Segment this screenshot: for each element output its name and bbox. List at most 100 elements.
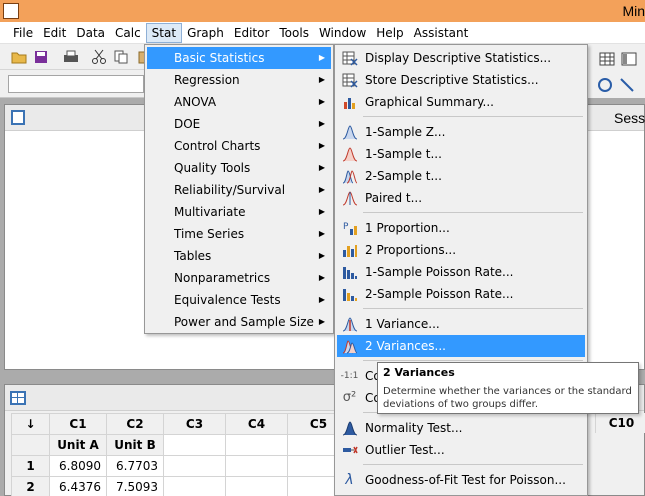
cell[interactable] <box>163 455 226 477</box>
menu-graph[interactable]: Graph <box>182 23 229 43</box>
cell[interactable]: 7.5093 <box>106 476 164 496</box>
one-proportion[interactable]: P 1 Proportion... <box>337 217 585 239</box>
one-proportion-icon: P <box>341 220 358 236</box>
goodness-of-fit-poisson[interactable]: λ Goodness-of-Fit Test for Poisson... <box>337 469 585 491</box>
save-icon[interactable] <box>32 48 50 66</box>
column-name-c1[interactable]: Unit A <box>49 434 107 456</box>
title-bar: Min <box>0 0 645 22</box>
stat-regression[interactable]: Regression ▶ <box>147 69 331 91</box>
menu-data[interactable]: Data <box>71 23 110 43</box>
lambda-icon: λ <box>345 472 354 488</box>
stat-nonparametrics[interactable]: Nonparametrics ▶ <box>147 267 331 289</box>
stat-multivariate[interactable]: Multivariate ▶ <box>147 201 331 223</box>
store-descriptive-statistics[interactable]: Store Descriptive Statistics... <box>337 69 585 91</box>
menu-item-label: 2-Sample Poisson Rate... <box>365 287 514 301</box>
menu-bar: File Edit Data Calc Stat Graph Editor To… <box>0 22 645 44</box>
two-sample-t-icon <box>341 168 358 184</box>
menu-item-label: Paired t... <box>365 191 423 205</box>
copy-icon[interactable] <box>112 48 130 66</box>
menu-item-label: 2 Variances... <box>365 339 446 353</box>
cell[interactable]: 6.7703 <box>106 455 164 477</box>
paired-t[interactable]: Paired t... <box>337 187 585 209</box>
submenu-arrow-icon: ▶ <box>318 229 325 238</box>
panel-icon[interactable] <box>620 50 638 68</box>
menu-tools[interactable]: Tools <box>274 23 314 43</box>
column-header-c4[interactable]: C4 <box>225 413 288 435</box>
one-sample-z[interactable]: 1-Sample Z... <box>337 121 585 143</box>
cell[interactable] <box>163 476 226 496</box>
cell[interactable]: 6.4376 <box>49 476 107 496</box>
stat-equivalence-tests[interactable]: Equivalence Tests ▶ <box>147 289 331 311</box>
app-icon[interactable] <box>3 3 19 19</box>
column-name-c4[interactable] <box>225 434 288 456</box>
stat-time-series[interactable]: Time Series ▶ <box>147 223 331 245</box>
table-icon[interactable] <box>598 50 616 68</box>
one-sample-poisson-rate[interactable]: 1-Sample Poisson Rate... <box>337 261 585 283</box>
menu-file[interactable]: File <box>8 23 38 43</box>
cut-icon[interactable] <box>90 48 108 66</box>
window-title: Min <box>622 3 645 19</box>
menu-editor[interactable]: Editor <box>229 23 275 43</box>
graphical-summary[interactable]: Graphical Summary... <box>337 91 585 113</box>
one-sample-t[interactable]: 1-Sample t... <box>337 143 585 165</box>
column-header-c10[interactable]: C10 <box>595 413 645 433</box>
one-variance-icon <box>341 316 358 332</box>
outlier-test[interactable]: Outlier Test... <box>337 439 585 461</box>
column-name-c2[interactable]: Unit B <box>106 434 164 456</box>
one-poisson-icon <box>341 264 358 280</box>
display-descriptive-statistics[interactable]: Display Descriptive Statistics... <box>337 47 585 69</box>
menu-help[interactable]: Help <box>371 23 408 43</box>
submenu-arrow-icon: ▶ <box>318 75 325 84</box>
two-sample-poisson-rate[interactable]: 2-Sample Poisson Rate... <box>337 283 585 305</box>
menu-calc[interactable]: Calc <box>110 23 146 43</box>
row-header[interactable]: 1 <box>11 455 50 477</box>
cell[interactable] <box>225 455 288 477</box>
menu-item-label: Multivariate <box>174 205 246 219</box>
submenu-arrow-icon: ▶ <box>318 97 325 106</box>
cell[interactable]: 6.8090 <box>49 455 107 477</box>
column-name-c3[interactable] <box>163 434 226 456</box>
one-variance[interactable]: 1 Variance... <box>337 313 585 335</box>
outlier-icon <box>341 442 358 458</box>
stat-quality-tools[interactable]: Quality Tools ▶ <box>147 157 331 179</box>
column-header-c1[interactable]: C1 <box>49 413 107 435</box>
stat-doe[interactable]: DOE ▶ <box>147 113 331 135</box>
menu-item-label: Normality Test... <box>365 421 463 435</box>
column-header-c2[interactable]: C2 <box>106 413 164 435</box>
tooltip-description: Determine whether the variances or the s… <box>383 386 632 410</box>
sort-arrow-cell[interactable]: ↓ <box>11 413 50 435</box>
menu-stat[interactable]: Stat <box>145 22 183 43</box>
toolbar-combo[interactable] <box>8 75 144 93</box>
open-icon[interactable] <box>10 48 28 66</box>
worksheet-grid[interactable]: ↓ C1 C2 C3 C4 C5 Unit A Unit B 1 6.8090 … <box>11 413 350 496</box>
line-tool-icon[interactable] <box>618 76 636 94</box>
stat-control-charts[interactable]: Control Charts ▶ <box>147 135 331 157</box>
one-sample-z-icon <box>341 124 358 140</box>
print-icon[interactable] <box>62 48 80 66</box>
menu-window[interactable]: Window <box>314 23 371 43</box>
menu-item-label: Outlier Test... <box>365 443 445 457</box>
ellipse-tool-icon[interactable] <box>596 76 614 94</box>
stat-basic-statistics[interactable]: Basic Statistics ▶ <box>147 47 331 69</box>
menu-item-label: Basic Statistics <box>174 51 265 65</box>
submenu-arrow-icon: ▶ <box>318 317 325 326</box>
stat-tables[interactable]: Tables ▶ <box>147 245 331 267</box>
menu-edit[interactable]: Edit <box>38 23 71 43</box>
menu-item-label: 1-Sample Z... <box>365 125 446 139</box>
menu-item-label: Graphical Summary... <box>365 95 494 109</box>
two-sample-t[interactable]: 2-Sample t... <box>337 165 585 187</box>
column-header-c3[interactable]: C3 <box>163 413 226 435</box>
row-header[interactable]: 2 <box>11 476 50 496</box>
submenu-arrow-icon: ▶ <box>318 119 325 128</box>
two-variances[interactable]: 2 Variances... <box>337 335 585 357</box>
normality-test[interactable]: Normality Test... <box>337 417 585 439</box>
stat-reliability-survival[interactable]: Reliability/Survival ▶ <box>147 179 331 201</box>
two-proportions[interactable]: 2 Proportions... <box>337 239 585 261</box>
tooltip-title: 2 Variances <box>383 366 455 379</box>
cell[interactable] <box>225 476 288 496</box>
menu-assistant[interactable]: Assistant <box>409 23 474 43</box>
stat-power-sample-size[interactable]: Power and Sample Size ▶ <box>147 311 331 333</box>
stat-menu: Basic Statistics ▶ Regression ▶ ANOVA ▶ DOE… <box>144 44 334 334</box>
stat-anova[interactable]: ANOVA ▶ <box>147 91 331 113</box>
menu-item-label: Goodness-of-Fit Test for Poisson... <box>365 473 566 487</box>
